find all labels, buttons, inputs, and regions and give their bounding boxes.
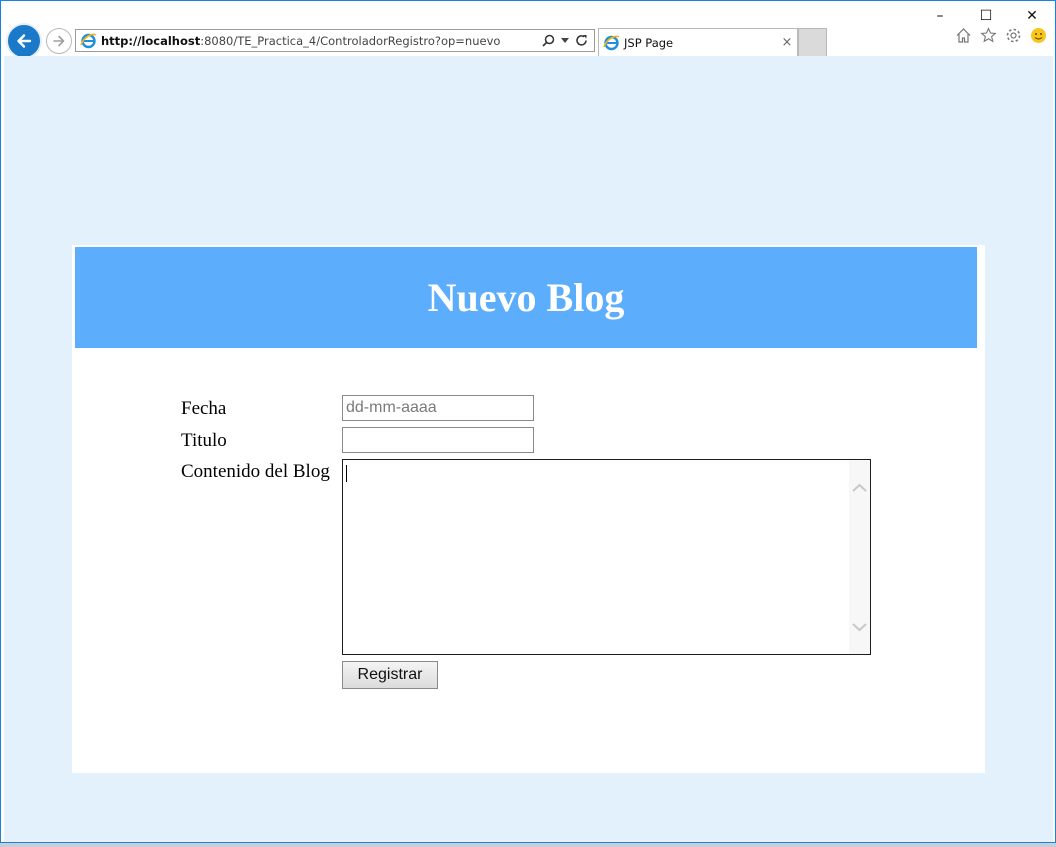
tab-close-button[interactable]: × <box>777 35 797 50</box>
taskbar-edge <box>0 843 1056 847</box>
page-viewport: Nuevo Blog Fecha Titulo Contenido del Bl… <box>4 56 1053 842</box>
refresh-icon[interactable] <box>575 34 588 47</box>
home-icon[interactable] <box>955 27 972 44</box>
tab-title: JSP Page <box>624 35 674 50</box>
star-icon[interactable] <box>980 27 997 44</box>
browser-window: – ☐ ✕ http://localhost:8080/TE_Practica_… <box>0 0 1056 843</box>
browser-tools <box>955 27 1047 44</box>
tab-jsp-page[interactable]: JSP Page × <box>598 28 798 56</box>
scroll-up-arrow[interactable] <box>851 479 868 496</box>
url-host: http://localhost <box>101 33 201 48</box>
titulo-field[interactable] <box>342 427 534 453</box>
url-text[interactable]: http://localhost:8080/TE_Practica_4/Cont… <box>101 34 542 48</box>
fecha-field[interactable] <box>342 395 534 421</box>
url-path: :8080/TE_Practica_4/ControladorRegistro?… <box>200 33 501 48</box>
fecha-label: Fecha <box>181 398 227 419</box>
new-tab-button[interactable] <box>798 28 827 56</box>
smiley-icon[interactable] <box>1030 27 1047 44</box>
text-caret <box>346 465 347 482</box>
address-tools <box>542 34 594 47</box>
chevron-down-icon <box>852 622 867 631</box>
search-icon[interactable] <box>542 34 555 47</box>
chevron-down-icon[interactable] <box>561 37 569 44</box>
chevron-up-icon <box>852 483 867 492</box>
contenido-label: Contenido del Blog <box>181 461 330 482</box>
textarea-scrollbar[interactable] <box>849 460 870 654</box>
blog-form-card: Nuevo Blog Fecha Titulo Contenido del Bl… <box>72 245 985 773</box>
arrow-right-icon <box>53 35 65 47</box>
page-title: Nuevo Blog <box>427 275 625 320</box>
titulo-label: Titulo <box>181 430 227 451</box>
address-bar[interactable]: http://localhost:8080/TE_Practica_4/Cont… <box>75 29 595 52</box>
ie-logo-icon <box>603 35 620 51</box>
gear-icon[interactable] <box>1005 27 1022 44</box>
registrar-button[interactable]: Registrar <box>342 661 438 689</box>
navigation-bar: http://localhost:8080/TE_Practica_4/Cont… <box>1 23 1055 59</box>
contenido-textarea[interactable] <box>342 459 871 655</box>
scroll-down-arrow[interactable] <box>851 618 868 635</box>
page-header: Nuevo Blog <box>75 247 977 348</box>
forward-button[interactable] <box>46 28 72 54</box>
back-button[interactable] <box>6 23 42 59</box>
ie-logo-icon <box>80 33 97 49</box>
arrow-left-icon <box>17 34 32 48</box>
